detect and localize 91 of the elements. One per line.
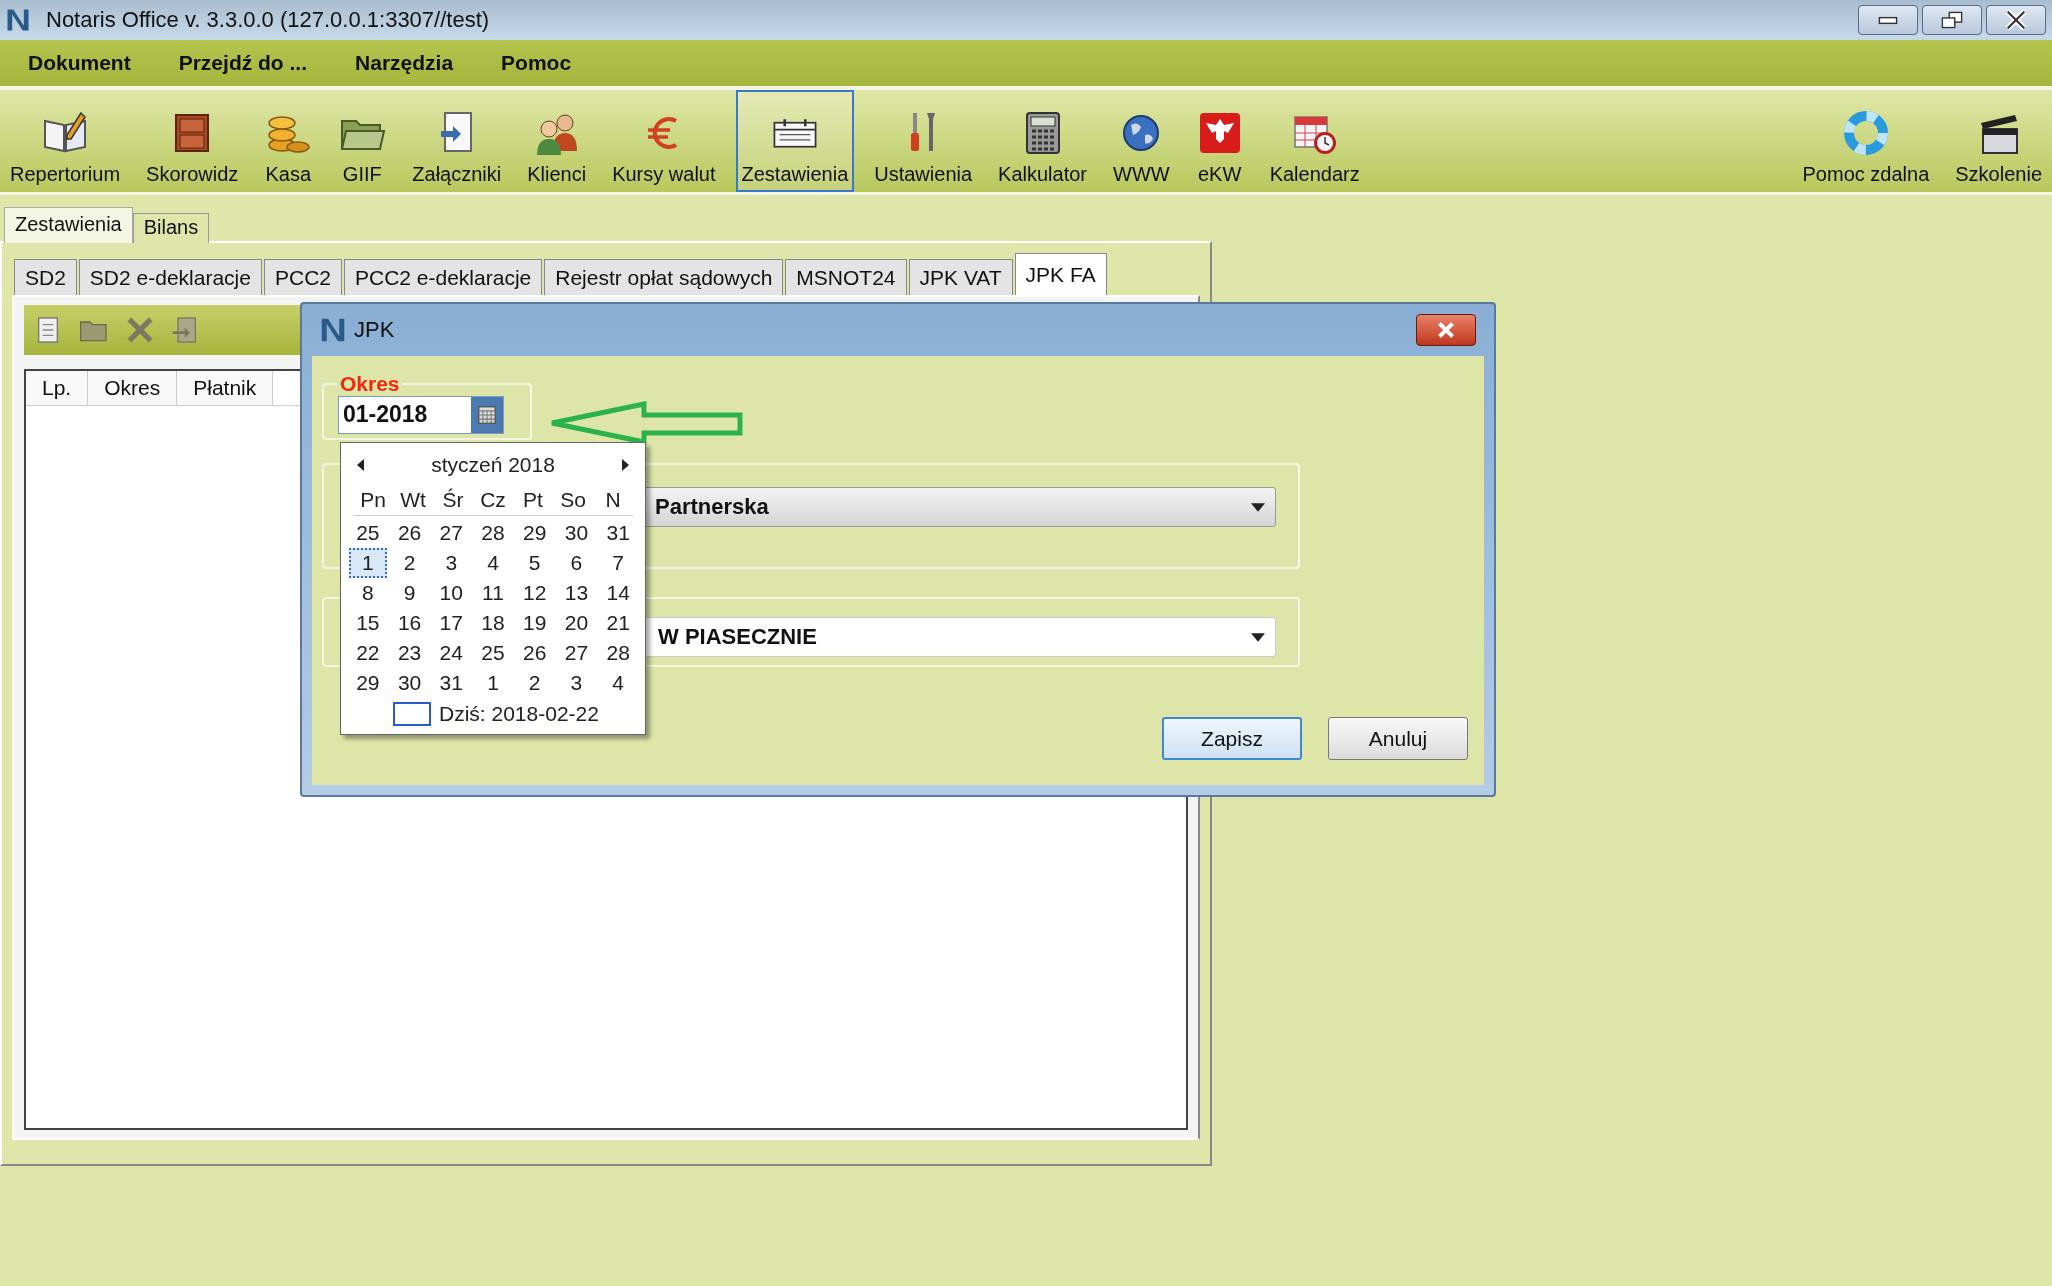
calendar-day[interactable]: 22	[347, 638, 389, 668]
calendar-day[interactable]: 11	[472, 578, 514, 608]
toolbar-button[interactable]: Kalendarz	[1263, 90, 1366, 192]
menu-item[interactable]: Dokument	[28, 51, 131, 75]
month-label: styczeń 2018	[431, 453, 555, 477]
tab[interactable]: SD2	[14, 259, 77, 295]
calendar-day[interactable]: 9	[388, 578, 431, 608]
toolbar-button[interactable]: Kalkulator	[992, 90, 1093, 192]
calendar-day[interactable]: 4	[597, 668, 639, 698]
window-title: Notaris Office v. 3.3.0.0 (127.0.0.1:3307//test)	[46, 7, 490, 33]
calendar-day[interactable]: 23	[388, 638, 431, 668]
tab[interactable]: JPK FA	[1014, 253, 1107, 295]
calendar-day[interactable]: 2	[388, 548, 431, 578]
column-header[interactable]: Płatnik	[177, 371, 274, 405]
weekday-label: N	[604, 487, 622, 513]
weekday-label: So	[559, 487, 587, 513]
calendar-day[interactable]: 25	[347, 518, 389, 548]
calendar-day[interactable]: 10	[430, 578, 473, 608]
group-label: Okres	[339, 372, 401, 396]
toolbar-button[interactable]: Zestawienia	[735, 90, 855, 192]
calendar-day[interactable]: 16	[388, 608, 431, 638]
toolbar-button[interactable]: Szkolenie	[1949, 90, 2048, 192]
toolbar-button[interactable]: Repertorium	[4, 90, 127, 192]
calendar-day[interactable]: 8	[347, 578, 389, 608]
toolbar-button[interactable]: Pomoc zdalna	[1796, 90, 1936, 192]
close-button[interactable]	[1986, 5, 2046, 35]
restore-icon	[1941, 11, 1963, 29]
calendar-day[interactable]: 17	[430, 608, 473, 638]
close-button[interactable]	[1416, 314, 1476, 346]
column-header[interactable]: Lp.	[26, 371, 89, 405]
calendar-day[interactable]: 3	[430, 548, 473, 578]
calendar-day[interactable]: 4	[472, 548, 514, 578]
dialog-button[interactable]: Zapisz	[1162, 717, 1302, 760]
calendar-day[interactable]: 1	[472, 668, 514, 698]
tab[interactable]: JPK VAT	[908, 259, 1013, 295]
next-month-icon[interactable]	[621, 459, 629, 471]
toolbar-button[interactable]: Załączniki	[406, 90, 508, 192]
tab[interactable]: Zestawienia	[4, 207, 133, 243]
minimize-button[interactable]	[1858, 5, 1918, 35]
menu-item[interactable]: Narzędzia	[355, 51, 454, 75]
column-header[interactable]: Okres	[88, 371, 178, 405]
weekday-label: Pn	[359, 487, 387, 513]
calendar-day[interactable]: 3	[555, 668, 598, 698]
dialog-button[interactable]: Anuluj	[1328, 717, 1468, 760]
tab[interactable]: PCC2	[263, 259, 342, 295]
today-link[interactable]: Dziś: 2018-02-22	[439, 702, 599, 726]
lifebuoy-icon	[1841, 109, 1890, 157]
weekday-label: Pt	[522, 487, 544, 513]
calendar-day[interactable]: 31	[430, 668, 473, 698]
weekday-label: Wt	[399, 487, 427, 513]
calendar-day[interactable]: 15	[347, 608, 389, 638]
toolbar-button[interactable]: Klienci	[521, 90, 593, 192]
calendar-day[interactable]: 7	[597, 548, 639, 578]
calendar-day[interactable]: 2	[513, 668, 556, 698]
tab[interactable]: PCC2 e-deklaracje	[344, 259, 543, 295]
toolbar-button[interactable]: Skorowidz	[140, 90, 245, 192]
calendar-day[interactable]: 24	[430, 638, 473, 668]
dialog-title: JPK	[354, 317, 395, 343]
tab[interactable]: SD2 e-deklaracje	[78, 259, 262, 295]
tab[interactable]: MSNOT24	[785, 259, 907, 295]
today-marker-icon	[393, 702, 431, 726]
menu-item[interactable]: Pomoc	[501, 51, 572, 75]
calendar-day[interactable]: 5	[513, 548, 556, 578]
tab[interactable]: Bilans	[132, 213, 210, 243]
calendar-day[interactable]: 12	[513, 578, 556, 608]
calendar-day[interactable]: 27	[430, 518, 473, 548]
caret-icon	[1251, 632, 1265, 642]
toolbar-button[interactable]: Kursy walut	[606, 90, 722, 192]
calendar-button[interactable]	[471, 397, 503, 433]
calendar-day[interactable]: 30	[388, 668, 431, 698]
calendar-day[interactable]: 13	[555, 578, 598, 608]
toolbar-button[interactable]: WWW	[1107, 90, 1176, 192]
previous-month-icon[interactable]	[357, 459, 365, 471]
toolbar-button[interactable]: Kasa	[258, 90, 319, 192]
calendar-day[interactable]: 6	[555, 548, 598, 578]
toolbar-button[interactable]: Ustawienia	[868, 90, 979, 192]
menu-item[interactable]: Przejdź do ...	[178, 51, 308, 75]
calendar-icon	[476, 404, 498, 426]
calendar-day[interactable]: 1	[349, 548, 387, 578]
calendar-day[interactable]: 26	[388, 518, 431, 548]
weekday-label: Śr	[441, 487, 465, 513]
minimize-icon	[1878, 15, 1898, 25]
tab[interactable]: Rejestr opłat sądowych	[544, 259, 784, 295]
restore-button[interactable]	[1922, 5, 1982, 35]
calendar-day[interactable]: 14	[597, 578, 639, 608]
toolbar-button[interactable]: GIIF	[332, 90, 393, 192]
toolbar-button[interactable]: eKW	[1189, 90, 1250, 192]
calendar-day[interactable]: 29	[347, 668, 389, 698]
period-field[interactable]: 01-2018	[338, 396, 504, 434]
close-icon	[2005, 9, 2027, 31]
caret-icon	[1251, 502, 1265, 512]
